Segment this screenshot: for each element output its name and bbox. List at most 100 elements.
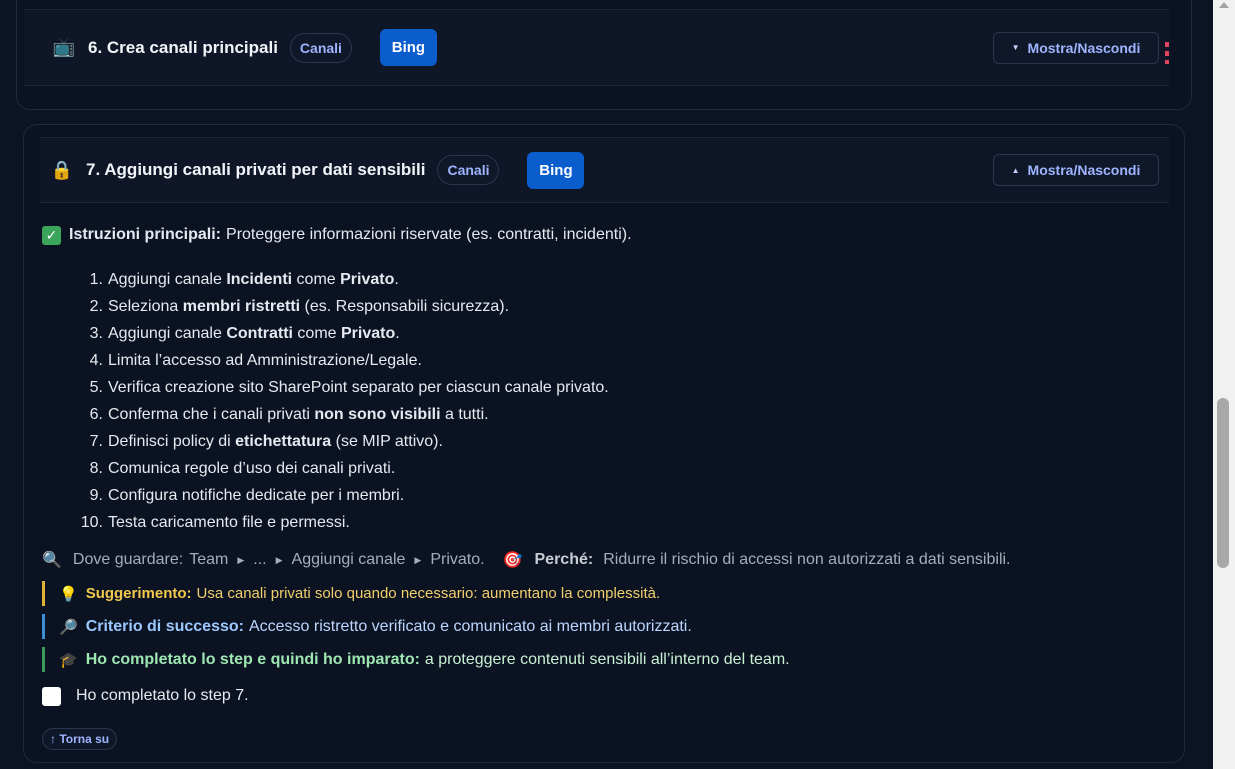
step-text-part: Limita l’accesso ad Amministrazione/Lega… bbox=[108, 352, 422, 369]
lock-icon: 🔒 bbox=[50, 159, 74, 180]
tip-label: Suggerimento: bbox=[85, 585, 192, 602]
step-number: 5. bbox=[89, 379, 103, 396]
step-number: 8. bbox=[89, 460, 103, 477]
step-title-6: 6. Crea canali principali bbox=[88, 37, 278, 57]
triangle-right-icon: ▶ bbox=[275, 554, 283, 565]
step-text-part: . bbox=[394, 271, 399, 288]
scroll-up-arrow-icon[interactable] bbox=[1219, 2, 1229, 8]
step-text: Verifica creazione sito SharePoint separ… bbox=[108, 374, 609, 401]
instructions-text: Proteggere informazioni riservate (es. c… bbox=[226, 226, 632, 243]
step-body-7: ✓ Istruzioni principali: Proteggere info… bbox=[42, 222, 1162, 750]
toggle-button-6[interactable]: ▼ Mostra/Nascondi bbox=[993, 31, 1159, 64]
step-text: Conferma che i canali privati non sono v… bbox=[108, 401, 489, 428]
success-callout: 🔎 Criterio di successo: Accesso ristrett… bbox=[42, 614, 1162, 639]
step-text-bold: etichettatura bbox=[235, 433, 332, 450]
step-text-part: Aggiungi canale bbox=[108, 271, 227, 288]
completed-checkbox[interactable] bbox=[42, 686, 61, 706]
success-label: Criterio di successo: bbox=[85, 617, 244, 635]
scrollbar-thumb[interactable] bbox=[1217, 398, 1229, 568]
step-text: Seleziona membri ristretti (es. Responsa… bbox=[108, 293, 509, 320]
step-text: Testa caricamento file e permessi. bbox=[108, 509, 350, 536]
search-icon: 🔍 bbox=[42, 552, 62, 569]
learned-callout: 🎓 Ho completato lo step e quindi ho impa… bbox=[42, 647, 1162, 672]
step-text-part: Aggiungi canale bbox=[108, 325, 227, 342]
step-text-part: Configura notifiche dedicate per i membr… bbox=[108, 487, 405, 504]
step-item: 1. Aggiungi canale Incidenti come Privato… bbox=[42, 266, 1162, 293]
step-number: 4. bbox=[89, 352, 103, 369]
why-text: Ridurre il rischio di accessi non autori… bbox=[603, 551, 1011, 568]
step-item: 6. Conferma che i canali privati non sono… bbox=[42, 401, 1162, 428]
step-number: 1. bbox=[89, 271, 103, 288]
category-badge-6: Canali bbox=[289, 32, 352, 63]
graduation-cap-icon: 🎓 bbox=[59, 651, 78, 669]
step-item: 4. Limita l’accesso ad Amministrazione/Le… bbox=[42, 347, 1162, 374]
path-segment: Team bbox=[189, 551, 229, 568]
step-text-part: come bbox=[292, 325, 341, 342]
tip-callout: 💡 Suggerimento: Usa canali privati solo … bbox=[42, 581, 1162, 606]
toggle-button-7[interactable]: ▲ Mostra/Nascondi bbox=[993, 154, 1159, 186]
step-item: 3. Aggiungi canale Contratti come Privato… bbox=[42, 320, 1162, 347]
why-label: Perché: bbox=[534, 551, 594, 568]
dotted-marker-icon bbox=[1165, 42, 1169, 64]
success-text: Accesso ristretto verificato e comunicat… bbox=[248, 617, 692, 635]
step-number: 9. bbox=[89, 487, 103, 504]
path-segment: Aggiungi canale bbox=[291, 551, 406, 568]
step-number: 7. bbox=[89, 433, 103, 450]
category-badge-7: Canali bbox=[437, 155, 500, 185]
path-segment: ... bbox=[253, 551, 267, 568]
step-text-bold: membri ristretti bbox=[182, 298, 301, 315]
step-number: 10. bbox=[80, 514, 103, 531]
step-header-6[interactable]: 📺 6. Crea canali principali Canali Bing … bbox=[24, 9, 1169, 86]
toggle-label-6: Mostra/Nascondi bbox=[1027, 39, 1141, 56]
completed-label: Ho completato lo step 7. bbox=[76, 687, 249, 704]
step-text-part: come bbox=[292, 271, 341, 288]
bing-button-7[interactable]: Bing bbox=[527, 151, 585, 189]
caret-down-icon: ▼ bbox=[1011, 43, 1020, 52]
step-item: 8. Comunica regole d’uso dei canali priva… bbox=[42, 455, 1162, 482]
toggle-label-7: Mostra/Nascondi bbox=[1027, 162, 1141, 178]
main-instructions: ✓ Istruzioni principali: Proteggere info… bbox=[42, 222, 1162, 248]
learned-label: Ho completato lo step e quindi ho impara… bbox=[85, 650, 420, 668]
steps-list: 1. Aggiungi canale Incidenti come Privato… bbox=[42, 266, 1162, 536]
step-text-part: Conferma che i canali privati bbox=[108, 406, 315, 423]
caret-up-icon: ▲ bbox=[1011, 165, 1020, 175]
target-icon: 🎯 bbox=[502, 552, 523, 569]
step-text-part: . bbox=[395, 325, 400, 342]
instructions-label: Istruzioni principali: bbox=[69, 226, 222, 243]
step-text-bold: non sono visibili bbox=[314, 406, 441, 423]
step-item: 5. Verifica creazione sito SharePoint sep… bbox=[42, 374, 1162, 401]
step-text-part: Comunica regole d’uso dei canali privati… bbox=[108, 460, 396, 477]
step-title-7: 7. Aggiungi canali privati per dati sens… bbox=[86, 160, 426, 179]
step-item: 2. Seleziona membri ristretti (es. Respon… bbox=[42, 293, 1162, 320]
step-text-part: Verifica creazione sito SharePoint separ… bbox=[108, 379, 609, 396]
step-item: 10. Testa caricamento file e permessi. bbox=[42, 509, 1162, 536]
step-text-part: Definisci policy di bbox=[108, 433, 236, 450]
step-text: Aggiungi canale Incidenti come Privato. bbox=[108, 266, 399, 293]
step-item: 7. Definisci policy di etichettatura (se … bbox=[42, 428, 1162, 455]
completed-checkbox-row[interactable]: Ho completato lo step 7. bbox=[42, 683, 1162, 709]
where-to-look: 🔍 Dove guardare: Team ▶ ... ▶ Aggiungi c… bbox=[42, 547, 1162, 573]
triangle-right-icon: ▶ bbox=[414, 554, 422, 565]
step-text-bold: Privato bbox=[340, 325, 396, 342]
step-header-7[interactable]: 🔒 7. Aggiungi canali privati per dati se… bbox=[40, 137, 1169, 203]
lightbulb-icon: 💡 bbox=[59, 585, 78, 603]
where-label: Dove guardare: bbox=[72, 551, 184, 568]
step-text-part: (se MIP attivo). bbox=[331, 433, 443, 450]
step-text: Aggiungi canale Contratti come Privato. bbox=[108, 320, 400, 347]
page: 📺 6. Crea canali principali Canali Bing … bbox=[0, 0, 1213, 769]
step-text: Configura notifiche dedicate per i membr… bbox=[108, 482, 404, 509]
step-text: Comunica regole d’uso dei canali privati… bbox=[108, 455, 395, 482]
step-text-bold: Contratti bbox=[226, 325, 293, 342]
bing-button-6[interactable]: Bing bbox=[379, 29, 437, 66]
step-number: 3. bbox=[89, 325, 103, 342]
step-text-part: (es. Responsabili sicurezza). bbox=[300, 298, 510, 315]
vertical-scrollbar[interactable] bbox=[1213, 0, 1235, 769]
step-text-part: a tutti. bbox=[440, 406, 489, 423]
step-text: Definisci policy di etichettatura (se MI… bbox=[108, 428, 443, 455]
step-text: Limita l’accesso ad Amministrazione/Lega… bbox=[108, 347, 422, 374]
step-number: 6. bbox=[89, 406, 103, 423]
step-item: 9. Configura notifiche dedicate per i mem… bbox=[42, 482, 1162, 509]
learned-text: a proteggere contenuti sensibili all’int… bbox=[424, 650, 790, 668]
back-to-top-button[interactable]: ↑ Torna su bbox=[42, 728, 118, 750]
step-text-part: Seleziona bbox=[108, 298, 183, 315]
